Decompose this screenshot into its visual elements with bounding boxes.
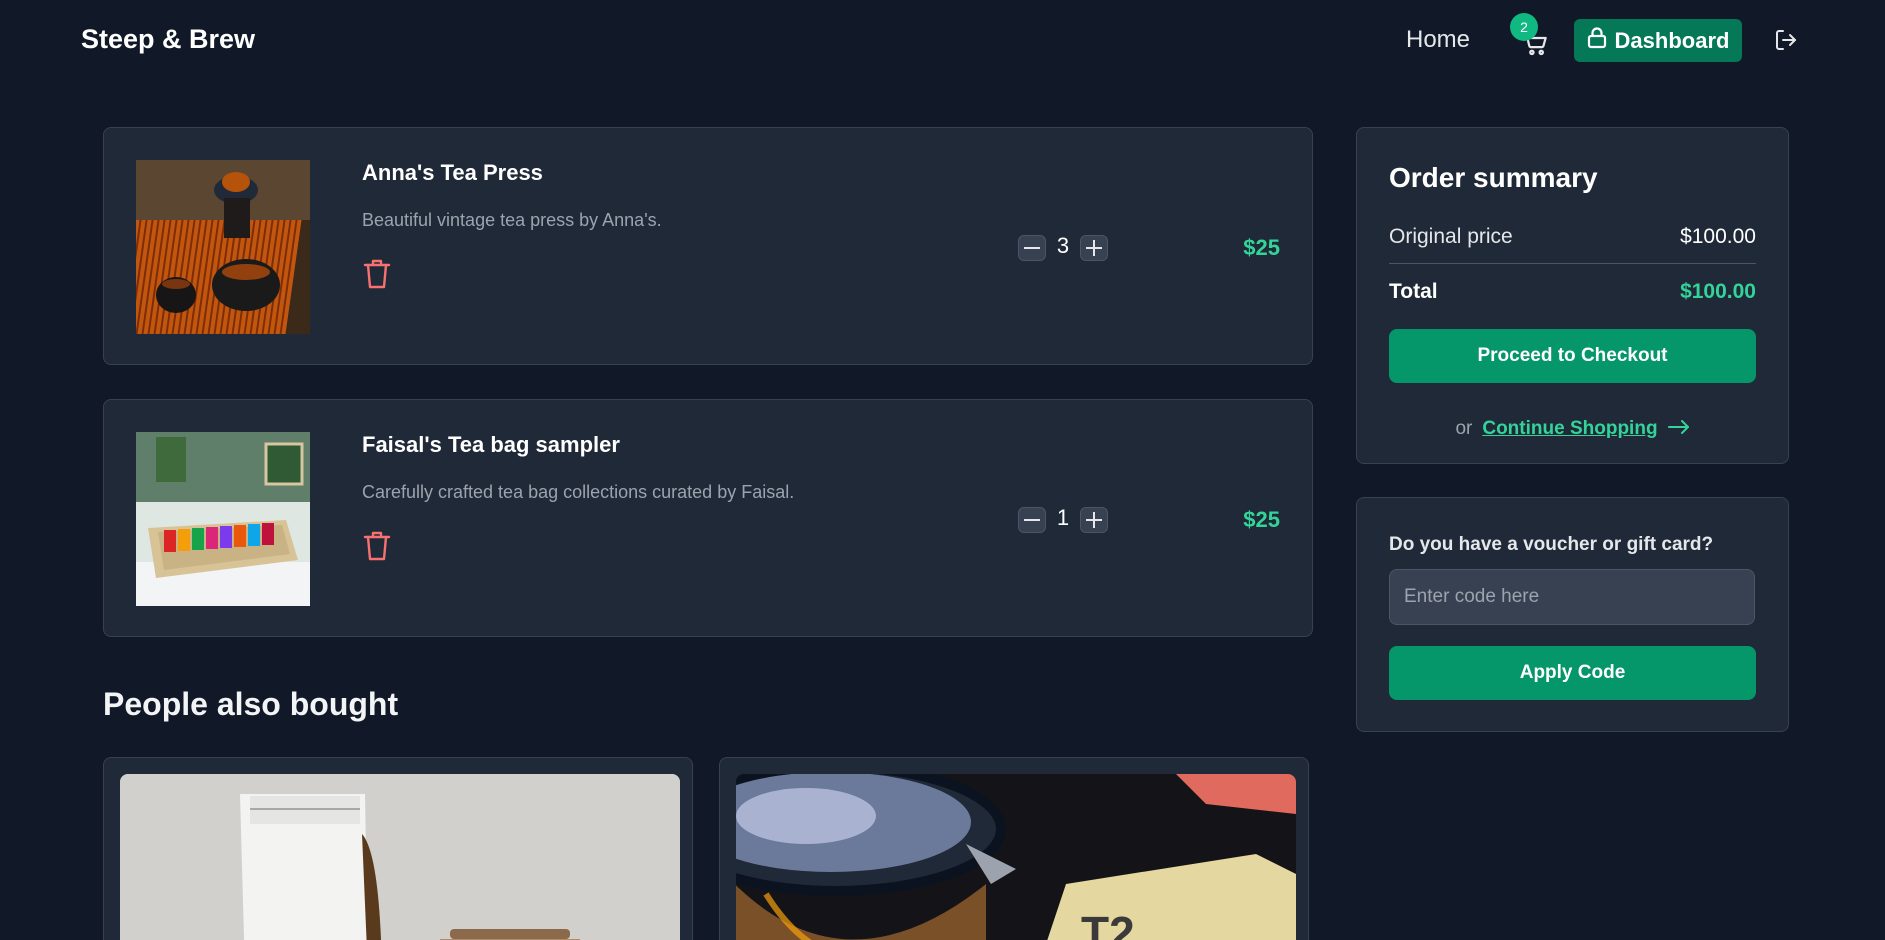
product-image-coffee-bag[interactable]: [120, 774, 680, 940]
product-image-glass-teapot[interactable]: T2: [736, 774, 1296, 940]
continue-shopping-row: or Continue Shopping: [1357, 418, 1788, 440]
total-value: $100.00: [1680, 280, 1756, 303]
dashboard-button[interactable]: Dashboard: [1574, 19, 1742, 62]
summary-divider: [1389, 263, 1756, 264]
quantity-value: 1: [1056, 505, 1070, 530]
top-navbar: Steep & Brew Home 2 Dashboard: [0, 0, 1885, 82]
voucher-card: Do you have a voucher or gift card? Appl…: [1356, 497, 1789, 732]
product-image-tea-bag-sampler[interactable]: [136, 432, 310, 606]
voucher-label: Do you have a voucher or gift card?: [1389, 534, 1714, 555]
or-text: or: [1455, 418, 1473, 439]
item-price: $25: [1243, 507, 1280, 532]
original-price-value: $100.00: [1680, 225, 1756, 248]
dashboard-label: Dashboard: [1614, 27, 1730, 53]
product-image-tea-press[interactable]: [136, 160, 310, 334]
proceed-to-checkout-button[interactable]: Proceed to Checkout: [1389, 329, 1756, 383]
continue-shopping-link[interactable]: Continue Shopping: [1482, 418, 1657, 440]
logout-icon[interactable]: [1774, 28, 1798, 52]
cart-item-card: Faisal's Tea bag sampler Carefully craft…: [103, 399, 1313, 637]
total-label: Total: [1389, 280, 1438, 303]
lock-icon: [1587, 26, 1607, 55]
quantity-decrease-button[interactable]: [1018, 235, 1046, 261]
item-description: Beautiful vintage tea press by Anna's.: [362, 210, 662, 230]
recommendation-card[interactable]: [103, 757, 693, 940]
order-summary-card: Order summary Original price $100.00 Tot…: [1356, 127, 1789, 464]
t2-logo: T2: [1081, 907, 1135, 940]
apply-code-button[interactable]: Apply Code: [1389, 646, 1756, 700]
trash-icon[interactable]: [362, 530, 392, 562]
order-summary-title: Order summary: [1389, 162, 1598, 193]
trash-icon[interactable]: [362, 258, 392, 290]
item-title[interactable]: Anna's Tea Press: [362, 160, 543, 186]
cart-item-card: Anna's Tea Press Beautiful vintage tea p…: [103, 127, 1313, 365]
cart-count-badge: 2: [1510, 13, 1538, 41]
nav-home-link[interactable]: Home: [1406, 26, 1470, 54]
item-description: Carefully crafted tea bag collections cu…: [362, 482, 795, 502]
quantity-value: 3: [1056, 233, 1070, 258]
recommendations-title: People also bought: [103, 686, 399, 722]
brand-logo[interactable]: Steep & Brew: [81, 24, 255, 55]
item-price: $25: [1243, 235, 1280, 260]
quantity-decrease-button[interactable]: [1018, 507, 1046, 533]
voucher-code-input[interactable]: [1389, 569, 1755, 625]
item-title[interactable]: Faisal's Tea bag sampler: [362, 432, 620, 458]
original-price-label: Original price: [1389, 225, 1513, 248]
quantity-increase-button[interactable]: [1080, 507, 1108, 533]
quantity-increase-button[interactable]: [1080, 235, 1108, 261]
recommendation-card[interactable]: T2: [719, 757, 1309, 940]
arrow-right-icon[interactable]: [1667, 418, 1690, 440]
